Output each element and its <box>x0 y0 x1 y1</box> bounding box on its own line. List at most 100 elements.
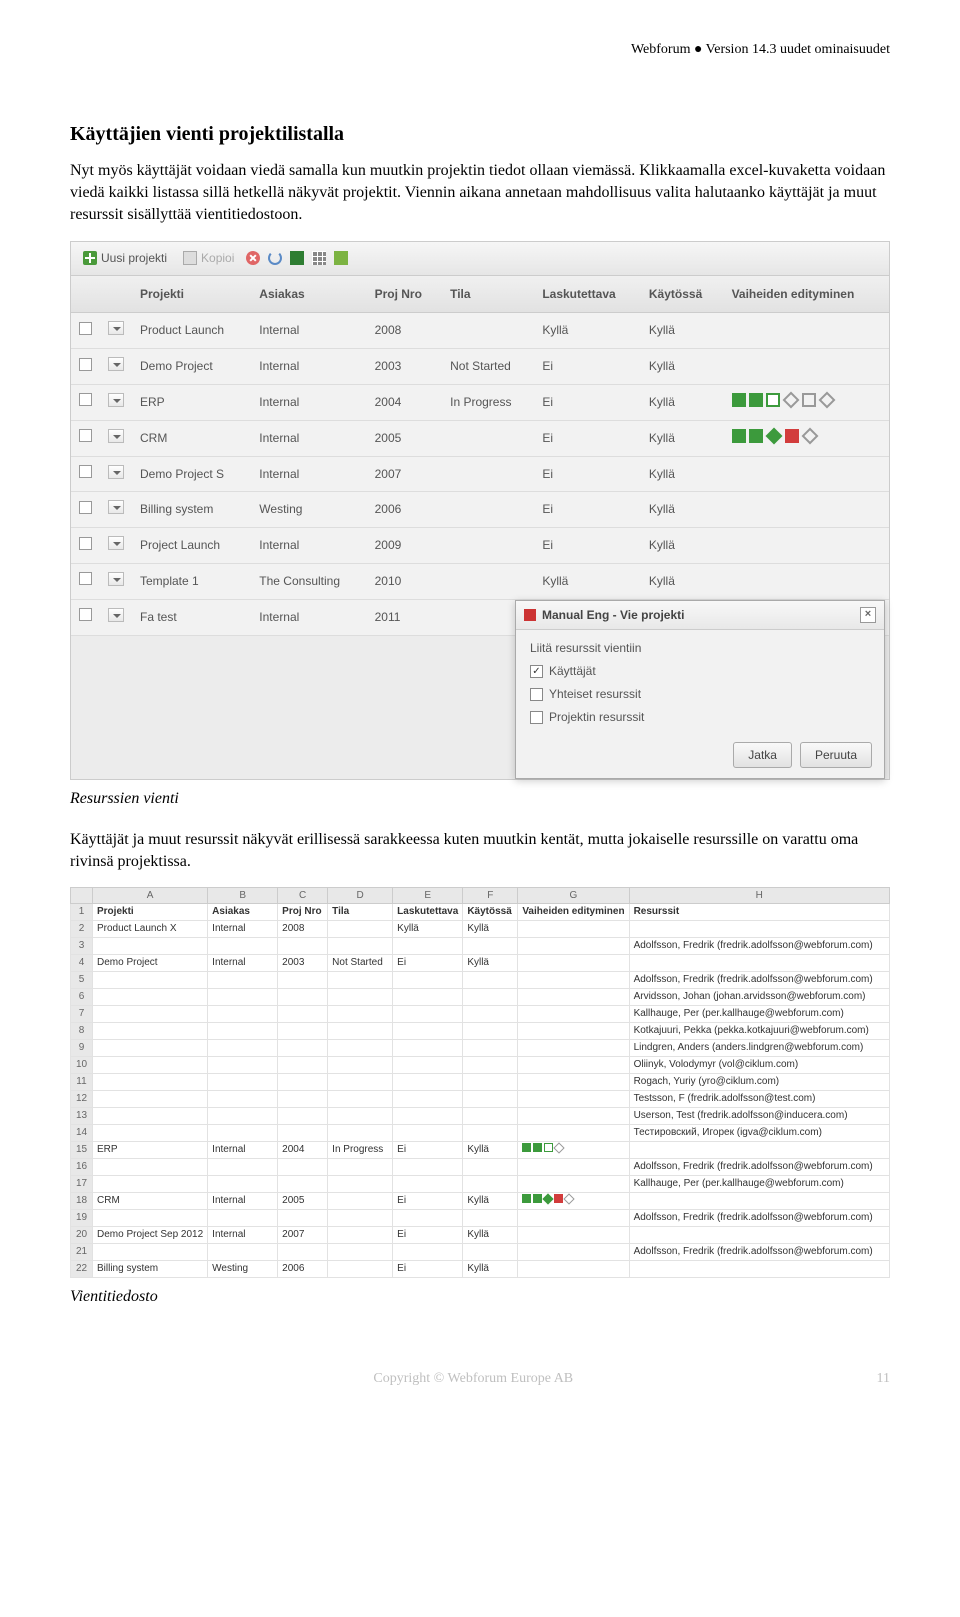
sheet-cell[interactable]: Rogach, Yuriy (yro@ciklum.com) <box>629 1074 889 1091</box>
continue-button[interactable]: Jatka <box>733 742 792 769</box>
sheet-cell[interactable] <box>328 1193 393 1210</box>
checkbox-icon[interactable] <box>530 688 543 701</box>
sheet-cell[interactable] <box>463 1091 518 1108</box>
row-header[interactable]: 17 <box>71 1176 93 1193</box>
sheet-cell[interactable]: Ei <box>393 1193 463 1210</box>
sheet-cell[interactable] <box>393 1006 463 1023</box>
sheet-cell[interactable] <box>518 1261 629 1278</box>
sheet-cell[interactable] <box>518 1159 629 1176</box>
sheet-cell[interactable]: Internal <box>208 955 278 972</box>
sheet-cell[interactable] <box>208 1040 278 1057</box>
sheet-cell[interactable] <box>208 1057 278 1074</box>
sheet-cell[interactable]: Product Launch X <box>93 921 208 938</box>
sheet-cell[interactable]: Kyllä <box>463 1227 518 1244</box>
sheet-cell[interactable] <box>463 1006 518 1023</box>
sheet-cell[interactable] <box>328 1108 393 1125</box>
refresh-icon[interactable] <box>268 251 282 265</box>
option-shared[interactable]: Yhteiset resurssit <box>530 686 870 703</box>
column-header[interactable]: D <box>328 888 393 904</box>
sheet-cell[interactable] <box>518 989 629 1006</box>
close-icon[interactable]: × <box>860 607 876 623</box>
sheet-cell[interactable] <box>93 1023 208 1040</box>
sheet-cell[interactable] <box>518 1057 629 1074</box>
sheet-cell[interactable] <box>629 1193 889 1210</box>
sheet-cell[interactable]: Not Started <box>328 955 393 972</box>
sheet-cell[interactable] <box>328 1091 393 1108</box>
row-header[interactable]: 4 <box>71 955 93 972</box>
row-header[interactable]: 14 <box>71 1125 93 1142</box>
row-header[interactable]: 21 <box>71 1244 93 1261</box>
sheet-cell[interactable]: ERP <box>93 1142 208 1159</box>
sheet-cell[interactable] <box>393 1091 463 1108</box>
option-project[interactable]: Projektin resurssit <box>530 709 870 726</box>
sheet-cell[interactable] <box>93 938 208 955</box>
sheet-cell[interactable] <box>629 1227 889 1244</box>
checkbox-icon[interactable] <box>530 711 543 724</box>
sheet-cell[interactable] <box>393 989 463 1006</box>
cancel-button[interactable]: Peruuta <box>800 742 872 769</box>
row-checkbox[interactable] <box>79 501 92 514</box>
columns-icon[interactable] <box>312 251 326 265</box>
col-phases[interactable]: Vaiheiden edityminen <box>724 276 889 313</box>
sheet-cell[interactable] <box>518 1193 629 1210</box>
sheet-cell[interactable]: Demo Project Sep 2012 <box>93 1227 208 1244</box>
column-header[interactable]: A <box>93 888 208 904</box>
sheet-cell[interactable] <box>393 1108 463 1125</box>
sheet-cell[interactable]: Asiakas <box>208 904 278 921</box>
sheet-cell[interactable] <box>208 1125 278 1142</box>
sheet-cell[interactable]: Projekti <box>93 904 208 921</box>
sheet-cell[interactable]: Lindgren, Anders (anders.lindgren@webfor… <box>629 1040 889 1057</box>
sheet-cell[interactable] <box>93 1210 208 1227</box>
sheet-cell[interactable]: Тестировский, Игорек (igva@ciklum.com) <box>629 1125 889 1142</box>
row-menu-icon[interactable] <box>108 536 124 550</box>
sheet-cell[interactable] <box>518 1227 629 1244</box>
sheet-cell[interactable]: Demo Project <box>93 955 208 972</box>
sheet-cell[interactable]: Ei <box>393 1261 463 1278</box>
col-inuse[interactable]: Käytössä <box>641 276 724 313</box>
sheet-cell[interactable] <box>278 1057 328 1074</box>
sheet-cell[interactable]: Kyllä <box>463 1193 518 1210</box>
sheet-cell[interactable] <box>278 1006 328 1023</box>
sheet-cell[interactable] <box>93 1125 208 1142</box>
sheet-cell[interactable] <box>463 938 518 955</box>
sheet-cell[interactable] <box>93 1159 208 1176</box>
sheet-cell[interactable]: Vaiheiden edityminen <box>518 904 629 921</box>
sheet-cell[interactable] <box>629 1261 889 1278</box>
sheet-cell[interactable] <box>518 1023 629 1040</box>
sheet-cell[interactable] <box>278 1176 328 1193</box>
sheet-cell[interactable]: Adolfsson, Fredrik (fredrik.adolfsson@we… <box>629 1210 889 1227</box>
sheet-cell[interactable] <box>393 1159 463 1176</box>
sheet-cell[interactable]: Billing system <box>93 1261 208 1278</box>
sheet-cell[interactable] <box>393 1210 463 1227</box>
row-header[interactable]: 12 <box>71 1091 93 1108</box>
sheet-cell[interactable] <box>393 1040 463 1057</box>
sheet-cell[interactable]: Testsson, F (fredrik.adolfsson@test.com) <box>629 1091 889 1108</box>
sheet-cell[interactable] <box>208 1210 278 1227</box>
sheet-cell[interactable] <box>518 1091 629 1108</box>
checkbox-icon[interactable]: ✓ <box>530 665 543 678</box>
sheet-cell[interactable]: CRM <box>93 1193 208 1210</box>
sheet-cell[interactable]: 2007 <box>278 1227 328 1244</box>
sheet-cell[interactable] <box>93 989 208 1006</box>
sheet-cell[interactable]: Adolfsson, Fredrik (fredrik.adolfsson@we… <box>629 938 889 955</box>
row-header[interactable]: 19 <box>71 1210 93 1227</box>
row-header[interactable]: 15 <box>71 1142 93 1159</box>
sheet-cell[interactable]: Tila <box>328 904 393 921</box>
sheet-cell[interactable] <box>278 1108 328 1125</box>
sheet-cell[interactable] <box>278 1091 328 1108</box>
option-users[interactable]: ✓Käyttäjät <box>530 663 870 680</box>
sheet-cell[interactable] <box>278 1040 328 1057</box>
sheet-cell[interactable]: 2005 <box>278 1193 328 1210</box>
sheet-cell[interactable] <box>518 955 629 972</box>
sheet-cell[interactable] <box>328 972 393 989</box>
table-row[interactable]: Demo ProjectInternal2003Not StartedEiKyl… <box>71 349 889 385</box>
table-row[interactable]: Project LaunchInternal2009EiKyllä <box>71 528 889 564</box>
sheet-cell[interactable]: Kyllä <box>463 1261 518 1278</box>
sheet-cell[interactable] <box>328 1244 393 1261</box>
sheet-cell[interactable] <box>328 989 393 1006</box>
sheet-cell[interactable] <box>328 1125 393 1142</box>
copy-button[interactable]: Kopioi <box>179 248 238 269</box>
sheet-cell[interactable] <box>518 972 629 989</box>
sheet-cell[interactable] <box>278 1210 328 1227</box>
row-menu-icon[interactable] <box>108 465 124 479</box>
